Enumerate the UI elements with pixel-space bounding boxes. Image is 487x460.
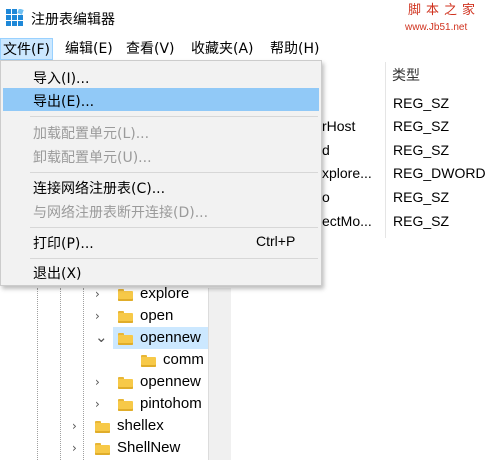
- tree-node-label[interactable]: shellex: [117, 417, 164, 434]
- file-dropdown-menu: 导入(I)... 导出(E)... 加载配置单元(L)... 卸载配置单元(U)…: [0, 60, 322, 286]
- chevron-right-icon[interactable]: ›: [95, 309, 100, 323]
- watermark-url: www.Jb51.net: [405, 22, 468, 33]
- menu-item-label: 退出(X): [33, 266, 82, 282]
- chevron-right-icon[interactable]: ›: [72, 419, 77, 433]
- folder-icon: [141, 355, 156, 367]
- tree-node[interactable]: › opennew: [95, 372, 210, 394]
- tree-node[interactable]: › open: [95, 306, 210, 328]
- folder-icon: [95, 443, 110, 455]
- title-bar: 注册表编辑器 脚本之家 www.Jb51.net: [0, 0, 487, 36]
- tree-node-label[interactable]: comm: [163, 351, 204, 368]
- value-type[interactable]: REG_DWORD: [393, 165, 486, 181]
- value-type[interactable]: REG_SZ: [393, 95, 449, 111]
- menu-help[interactable]: 帮助(H): [268, 38, 321, 60]
- tree-pane-splitter[interactable]: [208, 288, 231, 460]
- menu-edit[interactable]: 编辑(E): [63, 38, 115, 60]
- menu-item-load-hive[interactable]: 加载配置单元(L)...: [3, 120, 319, 143]
- menu-item-label: 连接网络注册表(C)...: [33, 181, 166, 197]
- tree-node-label[interactable]: ShellNew: [117, 439, 180, 456]
- column-header-type[interactable]: 类型: [392, 65, 420, 85]
- menu-separator: [30, 172, 318, 173]
- watermark-text: 脚本之家: [408, 3, 481, 18]
- value-type[interactable]: REG_SZ: [393, 142, 449, 158]
- tree-node-selected[interactable]: ⌄ opennew: [95, 328, 210, 350]
- tree-node-label[interactable]: explore: [140, 285, 189, 302]
- menu-item-connect-network-registry[interactable]: 连接网络注册表(C)...: [3, 175, 319, 198]
- window-title: 注册表编辑器: [31, 12, 115, 28]
- value-name[interactable]: rHost: [322, 118, 355, 134]
- value-type[interactable]: REG_SZ: [393, 118, 449, 134]
- value-name[interactable]: d: [322, 142, 330, 158]
- menu-separator: [30, 258, 318, 259]
- chevron-down-icon[interactable]: ⌄: [95, 328, 108, 346]
- menu-item-label: 与网络注册表断开连接(D)...: [33, 205, 209, 221]
- folder-icon: [118, 311, 133, 323]
- folder-icon: [118, 377, 133, 389]
- folder-icon: [118, 289, 133, 301]
- menu-item-unload-hive[interactable]: 卸载配置单元(U)...: [3, 144, 319, 167]
- menu-item-exit[interactable]: 退出(X): [3, 260, 319, 283]
- tree-node[interactable]: › ShellNew: [72, 438, 210, 460]
- tree-node-label[interactable]: open: [140, 307, 173, 324]
- folder-open-icon: [118, 333, 133, 345]
- menu-item-export[interactable]: 导出(E)...: [3, 88, 319, 111]
- menu-item-label: 加载配置单元(L)...: [33, 126, 150, 142]
- menu-file[interactable]: 文件(F): [0, 38, 53, 60]
- value-type[interactable]: REG_SZ: [393, 189, 449, 205]
- tree-node[interactable]: › explore: [95, 284, 210, 306]
- menu-item-print[interactable]: 打印(P)... Ctrl+P: [3, 230, 319, 253]
- menu-favorites[interactable]: 收藏夹(A): [189, 38, 256, 60]
- column-divider[interactable]: [385, 62, 386, 238]
- tree-guide-line: [60, 288, 61, 460]
- menu-item-label: 打印(P)...: [33, 236, 94, 252]
- tree-node-label[interactable]: opennew: [140, 373, 201, 390]
- value-name[interactable]: o: [322, 189, 330, 205]
- tree-guide-line: [37, 288, 38, 460]
- chevron-right-icon[interactable]: ›: [72, 441, 77, 455]
- tree-node[interactable]: › pintohom: [95, 394, 210, 416]
- menu-item-label: 导出(E)...: [33, 94, 95, 110]
- folder-icon: [95, 421, 110, 433]
- registry-editor-icon: [6, 9, 24, 26]
- chevron-right-icon[interactable]: ›: [95, 375, 100, 389]
- menu-item-label: 导入(I)...: [33, 71, 90, 87]
- tree-node-label[interactable]: pintohom: [140, 395, 202, 412]
- menu-separator: [30, 227, 318, 228]
- tree-node[interactable]: comm: [118, 350, 210, 372]
- menu-bar: 文件(F) 编辑(E) 查看(V) 收藏夹(A) 帮助(H): [0, 38, 487, 60]
- menu-item-import[interactable]: 导入(I)...: [3, 65, 319, 88]
- menu-item-shortcut: Ctrl+P: [256, 233, 296, 249]
- menu-item-label: 卸载配置单元(U)...: [33, 150, 152, 166]
- folder-icon: [118, 399, 133, 411]
- menu-view[interactable]: 查看(V): [124, 38, 177, 60]
- tree-node-label[interactable]: opennew: [140, 329, 201, 346]
- value-name[interactable]: xplore...: [322, 165, 372, 181]
- tree-node[interactable]: › shellex: [72, 416, 210, 438]
- value-name[interactable]: ectMo...: [322, 213, 372, 229]
- menu-item-disconnect-network-registry[interactable]: 与网络注册表断开连接(D)...: [3, 199, 319, 222]
- value-type[interactable]: REG_SZ: [393, 213, 449, 229]
- menu-separator: [30, 116, 318, 117]
- chevron-right-icon[interactable]: ›: [95, 287, 100, 301]
- chevron-right-icon[interactable]: ›: [95, 397, 100, 411]
